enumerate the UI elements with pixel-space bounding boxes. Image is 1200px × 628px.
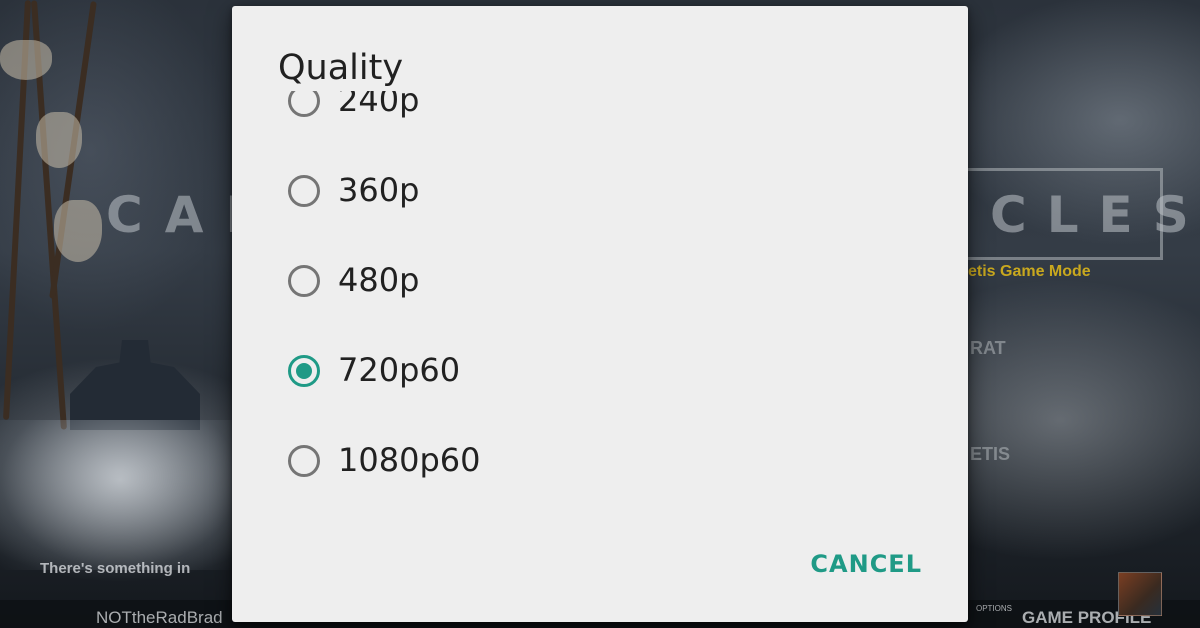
quality-option-label: 720p60 bbox=[338, 351, 461, 389]
quality-dialog: Quality 240p 360p 480p 720p60 1080p60 CA… bbox=[232, 6, 968, 622]
background-avatar bbox=[1118, 572, 1162, 616]
cancel-button[interactable]: CANCEL bbox=[808, 546, 924, 582]
quality-option-label: 1080p60 bbox=[338, 441, 481, 479]
background-temple bbox=[70, 340, 200, 430]
background-options-label: OPTIONS bbox=[976, 604, 1013, 613]
quality-option-480p[interactable]: 480p bbox=[232, 238, 968, 328]
quality-option-240p[interactable]: 240p bbox=[232, 91, 968, 148]
quality-option-1080p60[interactable]: 1080p60 bbox=[232, 418, 968, 508]
game-screen-background: CAM CLES etis Game Mode RAT ETIS There's… bbox=[0, 0, 1200, 628]
dialog-title: Quality bbox=[278, 48, 424, 88]
quality-option-label: 480p bbox=[338, 261, 420, 299]
quality-option-720p60[interactable]: 720p60 bbox=[232, 328, 968, 418]
radio-button-icon[interactable] bbox=[288, 175, 320, 207]
background-game-title-right: CLES bbox=[990, 186, 1200, 244]
radio-button-icon[interactable] bbox=[288, 265, 320, 297]
background-snow bbox=[0, 420, 240, 570]
quality-option-360p[interactable]: 360p bbox=[232, 148, 968, 238]
radio-button-icon[interactable] bbox=[288, 445, 320, 477]
radio-button-icon[interactable] bbox=[288, 91, 320, 117]
quality-option-label: 360p bbox=[338, 171, 420, 209]
background-tip-text: There's something in bbox=[40, 560, 191, 577]
background-skull bbox=[54, 200, 102, 262]
background-skull bbox=[36, 112, 82, 168]
radio-button-icon[interactable] bbox=[288, 355, 320, 387]
quality-options-scroll-area[interactable]: 240p 360p 480p 720p60 1080p60 bbox=[232, 91, 968, 521]
background-game-mode-subtitle: etis Game Mode bbox=[968, 263, 1091, 280]
background-username: NOTtheRadBrad bbox=[96, 608, 223, 627]
background-menu-item: ETIS bbox=[970, 444, 1011, 464]
background-skull bbox=[0, 40, 52, 80]
background-menu-item: RAT bbox=[970, 338, 1006, 358]
quality-option-label: 240p bbox=[338, 91, 420, 119]
